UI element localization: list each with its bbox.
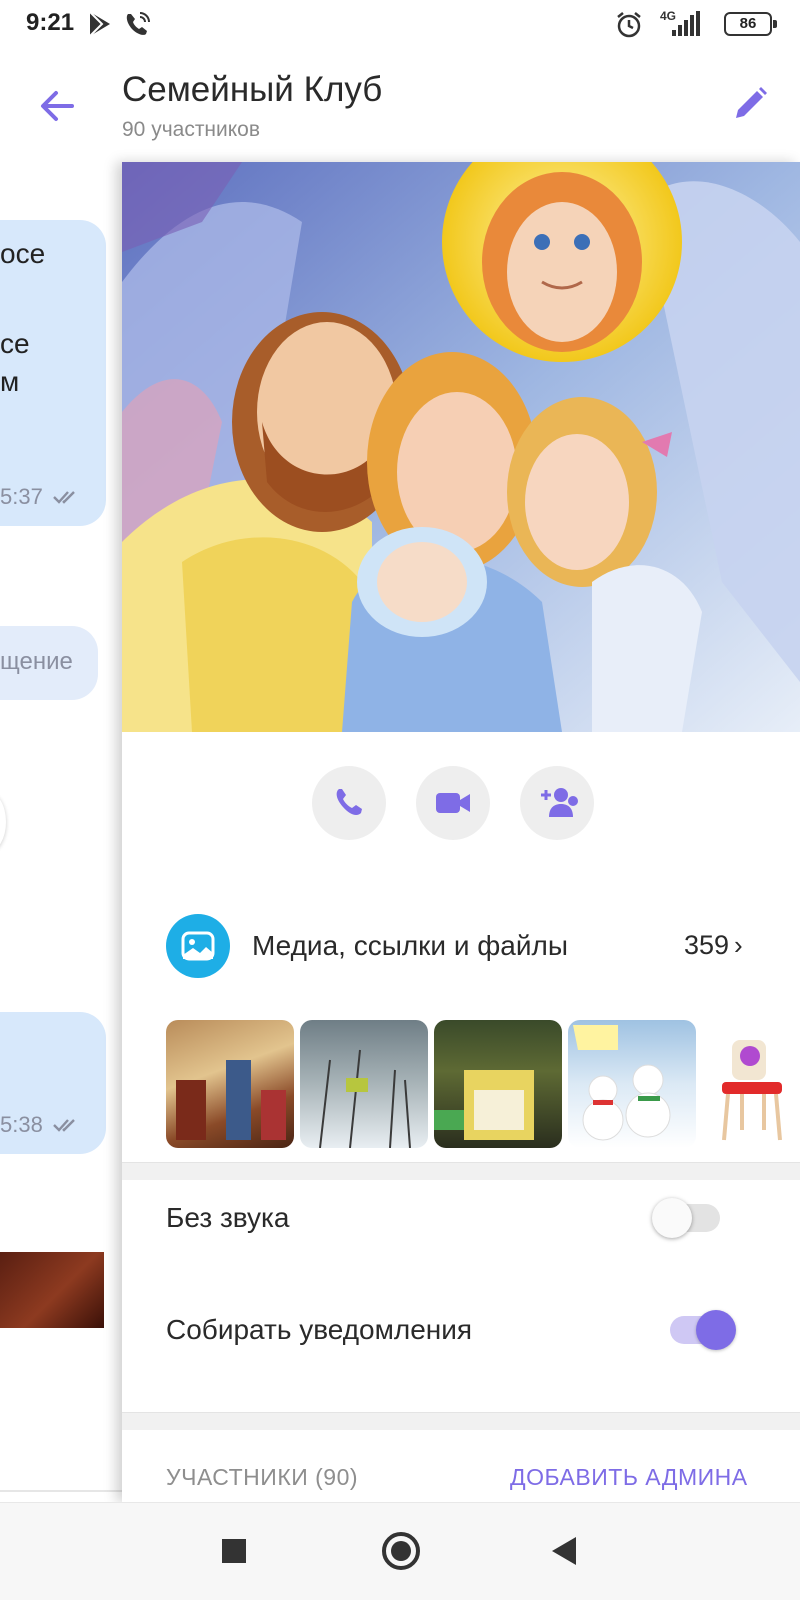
home-button[interactable] bbox=[382, 1532, 420, 1570]
toggle-knob bbox=[652, 1198, 692, 1238]
section-divider bbox=[122, 1412, 800, 1430]
status-bar: 9:21 4G 86 bbox=[0, 0, 800, 50]
media-thumbnail[interactable] bbox=[300, 1020, 428, 1148]
mute-label: Без звука bbox=[166, 1202, 290, 1233]
message-time: 5:38 bbox=[0, 1112, 43, 1137]
read-ticks-icon bbox=[53, 1119, 75, 1132]
battery-icon: 86 bbox=[724, 12, 777, 36]
system-navigation-bar bbox=[0, 1502, 800, 1600]
media-thumbnail[interactable] bbox=[568, 1020, 696, 1148]
chat-background: осе се м 5:37 щение 5:38 bbox=[0, 162, 122, 1502]
section-divider bbox=[122, 1162, 800, 1180]
group-cover-image[interactable] bbox=[122, 162, 800, 732]
mute-toggle[interactable] bbox=[652, 1198, 720, 1238]
chat-info-panel: Медиа, ссылки и файлы 359 › Без звука Со… bbox=[122, 162, 800, 1502]
app-header: Семейный Клуб 90 участников bbox=[0, 50, 800, 162]
participants-count: 90 участников bbox=[122, 118, 261, 141]
read-ticks-icon bbox=[53, 491, 75, 504]
scroll-button[interactable] bbox=[0, 792, 6, 852]
members-header: УЧАСТНИКИ (90) bbox=[166, 1464, 359, 1490]
media-thumbnail[interactable] bbox=[434, 1020, 562, 1148]
collect-notifications-toggle[interactable] bbox=[670, 1310, 736, 1350]
message-bubble[interactable]: осе се м 5:37 bbox=[0, 220, 106, 526]
recent-apps-button[interactable] bbox=[222, 1539, 246, 1563]
message-bubble[interactable]: щение bbox=[0, 626, 98, 700]
media-gallery-icon bbox=[166, 914, 230, 978]
call-icon bbox=[336, 789, 362, 815]
collect-notifications-label: Собирать уведомления bbox=[166, 1314, 473, 1345]
video-call-icon bbox=[436, 793, 470, 813]
message-bubble[interactable]: 5:38 bbox=[0, 1012, 106, 1154]
call-button[interactable] bbox=[312, 766, 386, 840]
alarm-icon bbox=[617, 12, 641, 38]
media-thumbnail[interactable] bbox=[166, 1020, 294, 1148]
message-text-line: се bbox=[0, 328, 30, 359]
status-time: 9:21 bbox=[26, 9, 75, 36]
media-label: Медиа, ссылки и файлы bbox=[252, 930, 568, 961]
message-text-line: м bbox=[0, 366, 20, 397]
divider bbox=[0, 1490, 122, 1492]
pencil-icon[interactable] bbox=[730, 84, 770, 124]
phone-call-icon bbox=[126, 12, 150, 35]
media-thumbnail[interactable] bbox=[702, 1020, 800, 1148]
message-text-line: щение bbox=[0, 648, 73, 675]
signal-icon bbox=[672, 11, 700, 36]
message-text-line: осе bbox=[0, 238, 46, 269]
page-title: Семейный Клуб bbox=[122, 70, 383, 109]
image-message[interactable] bbox=[0, 1252, 104, 1328]
media-links-files-row[interactable]: Медиа, ссылки и файлы 359 › bbox=[122, 908, 800, 984]
back-button[interactable] bbox=[552, 1537, 576, 1565]
add-admin-button[interactable]: ДОБАВИТЬ АДМИНА bbox=[510, 1464, 748, 1491]
play-store-icon bbox=[89, 11, 110, 37]
add-participants-button[interactable] bbox=[520, 766, 594, 840]
video-call-button[interactable] bbox=[416, 766, 490, 840]
add-participants-icon bbox=[541, 788, 578, 817]
message-time: 5:37 bbox=[0, 484, 43, 509]
back-arrow-icon[interactable] bbox=[36, 84, 80, 128]
chevron-right-icon: › bbox=[734, 930, 743, 960]
toggle-knob bbox=[696, 1310, 736, 1350]
media-count: 359 bbox=[684, 930, 730, 960]
